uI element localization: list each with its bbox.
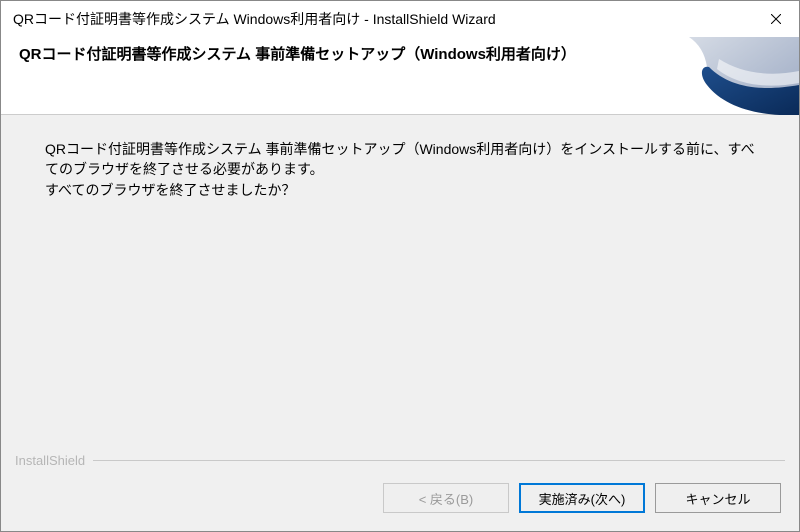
header-graphic [649,37,799,115]
close-icon [771,14,781,24]
footer-divider [93,460,785,461]
window-title: QRコード付証明書等作成システム Windows利用者向け - InstallS… [13,9,753,29]
content-message-1: QRコード付証明書等作成システム 事前準備セットアップ（Windows利用者向け… [45,139,759,180]
footer-brand-row: InstallShield [1,449,799,471]
wizard-header: QRコード付証明書等作成システム 事前準備セットアップ（Windows利用者向け… [1,37,799,115]
wizard-content: QRコード付証明書等作成システム 事前準備セットアップ（Windows利用者向け… [1,115,799,449]
close-button[interactable] [753,1,799,37]
wizard-header-title: QRコード付証明書等作成システム 事前準備セットアップ（Windows利用者向け… [19,45,576,65]
cancel-button[interactable]: キャンセル [655,483,781,513]
installer-window: QRコード付証明書等作成システム Windows利用者向け - InstallS… [0,0,800,532]
next-button[interactable]: 実施済み(次へ) [519,483,645,513]
back-button: < 戻る(B) [383,483,509,513]
titlebar: QRコード付証明書等作成システム Windows利用者向け - InstallS… [1,1,799,37]
content-message-2: すべてのブラウザを終了させましたか？ [45,180,759,200]
wizard-button-row: < 戻る(B) 実施済み(次へ) キャンセル [1,471,799,531]
footer-brand: InstallShield [15,453,85,468]
